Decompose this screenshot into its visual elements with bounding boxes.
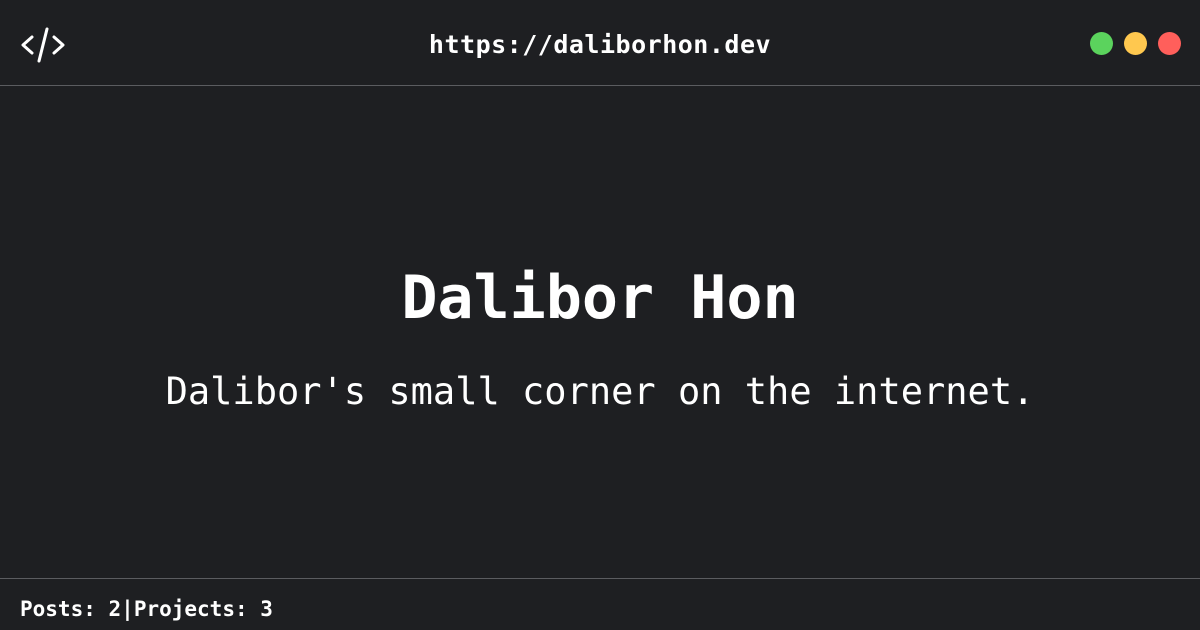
page-title: Dalibor Hon	[401, 263, 799, 333]
posts-count: 2	[108, 597, 122, 621]
red-dot	[1158, 32, 1181, 55]
site-url: https://daliborhon.dev	[428, 30, 772, 59]
stats-separator: |	[121, 597, 134, 621]
projects-label: Projects:	[133, 597, 261, 621]
page-subtitle: Dalibor's small corner on the internet.	[165, 370, 1035, 413]
yellow-dot	[1124, 32, 1147, 55]
site-stats: Posts: 2|Projects: 3	[20, 595, 273, 623]
window-controls	[1090, 32, 1181, 55]
projects-count: 3	[260, 597, 273, 621]
bottom-bar: Posts: 2|Projects: 3	[0, 578, 1200, 630]
top-bar: https://daliborhon.dev	[0, 0, 1200, 86]
posts-label: Posts:	[20, 597, 109, 621]
green-dot	[1090, 32, 1113, 55]
